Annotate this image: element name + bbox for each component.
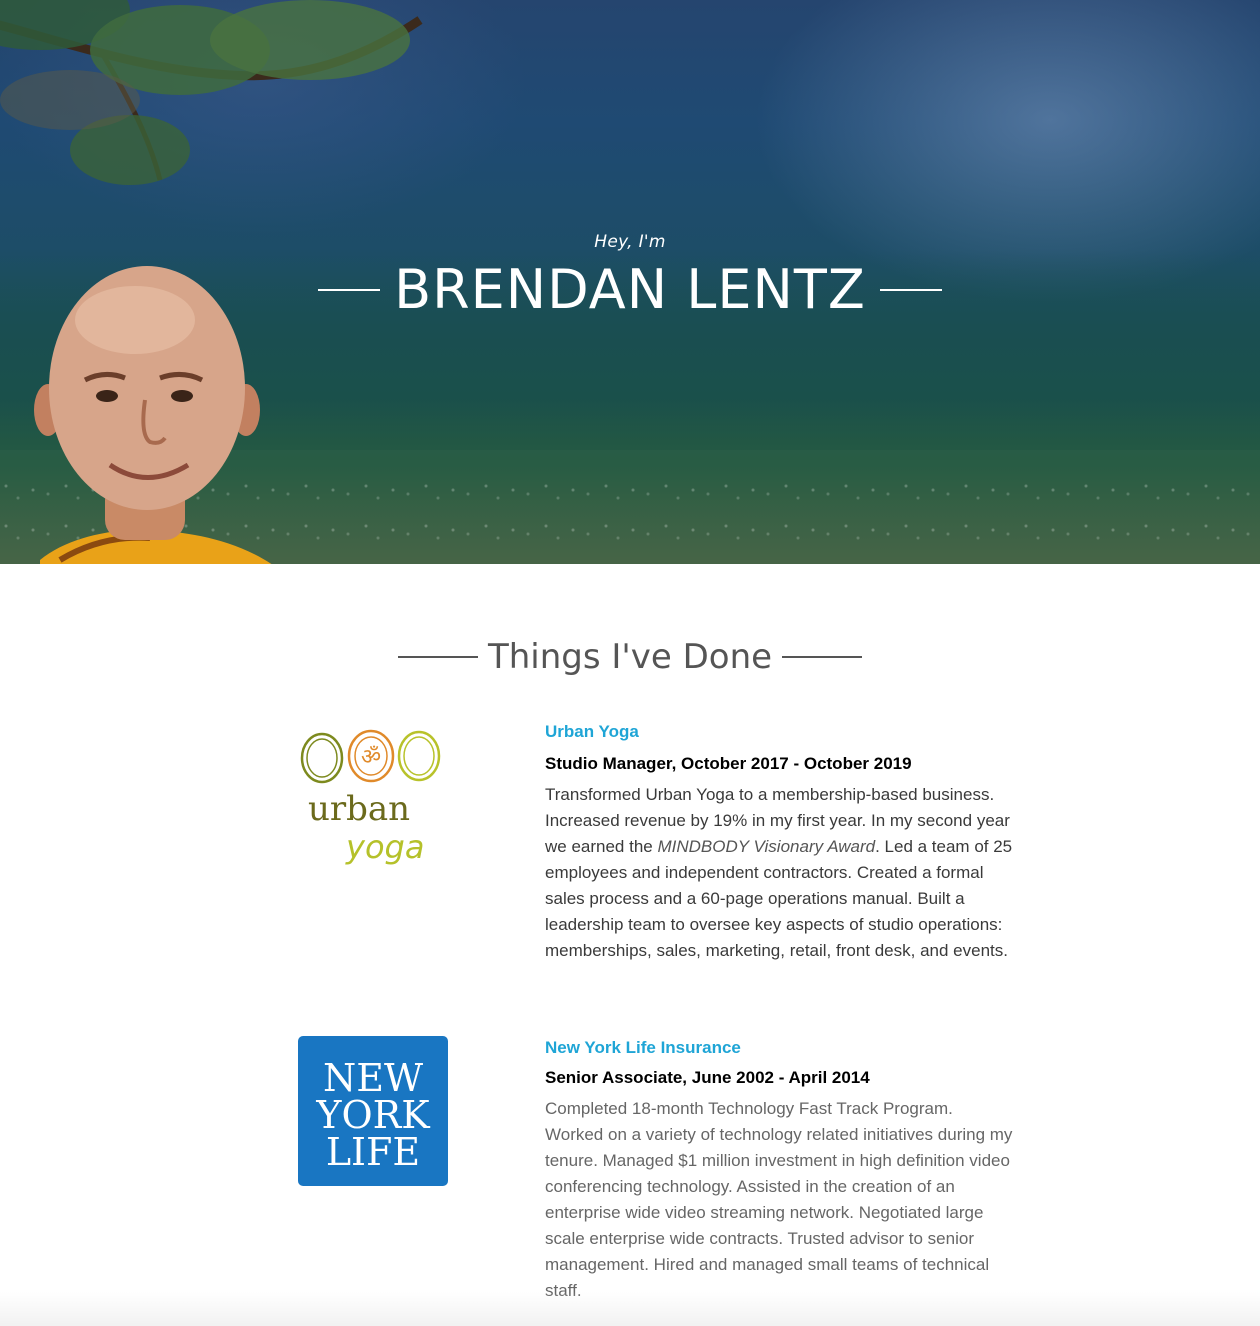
company-name[interactable]: New York Life Insurance [545,1036,1015,1060]
section-heading-row: Things I've Done [0,632,1260,682]
bottom-fade [0,1292,1260,1326]
urban-yoga-logo: ॐ urban yoga [300,729,441,866]
decorative-line-left [397,656,478,658]
hero-name: BRENDAN LENTZ [394,258,866,321]
pine-branch-image [0,0,423,185]
hero-heading-block: Hey, I'm BRENDAN LENTZ [0,232,1260,322]
hero-name-row: BRENDAN LENTZ [0,258,1260,322]
job-description: Completed 18-month Technology Fast Track… [545,1099,1013,1300]
hero-banner: Hey, I'm BRENDAN LENTZ [0,0,1260,564]
job-role: Senior Associate, June 2002 - April 2014 [545,1068,870,1087]
job-entry: ॐ urban yoga Urban Yoga Studio Manager, … [298,720,1018,1000]
award-name: MINDBODY Visionary Award [657,837,876,856]
section-title: Things I've Done [487,637,773,677]
job-description: Transformed Urban Yoga to a membership-b… [545,782,1015,964]
logo-line: LIFE [326,1130,420,1174]
new-york-life-logo: NEW YORK LIFE [298,1036,448,1186]
job-details: New York Life Insurance Senior Associate… [545,1036,1015,1304]
hero-greeting: Hey, I'm [594,232,666,252]
job-role: Studio Manager, October 2017 - October 2… [545,754,912,773]
job-details: Urban Yoga Studio Manager, October 2017 … [545,720,1015,964]
decorative-line-right [782,656,863,658]
logo-word-urban: urban [308,789,410,829]
job-entry: NEW YORK LIFE New York Life Insurance Se… [298,1036,1018,1326]
company-name[interactable]: Urban Yoga [545,720,1015,744]
decorative-line-left [318,289,381,291]
om-symbol-icon: ॐ [361,745,381,770]
decorative-line-right [879,289,942,291]
logo-word-yoga: yoga [345,828,424,866]
